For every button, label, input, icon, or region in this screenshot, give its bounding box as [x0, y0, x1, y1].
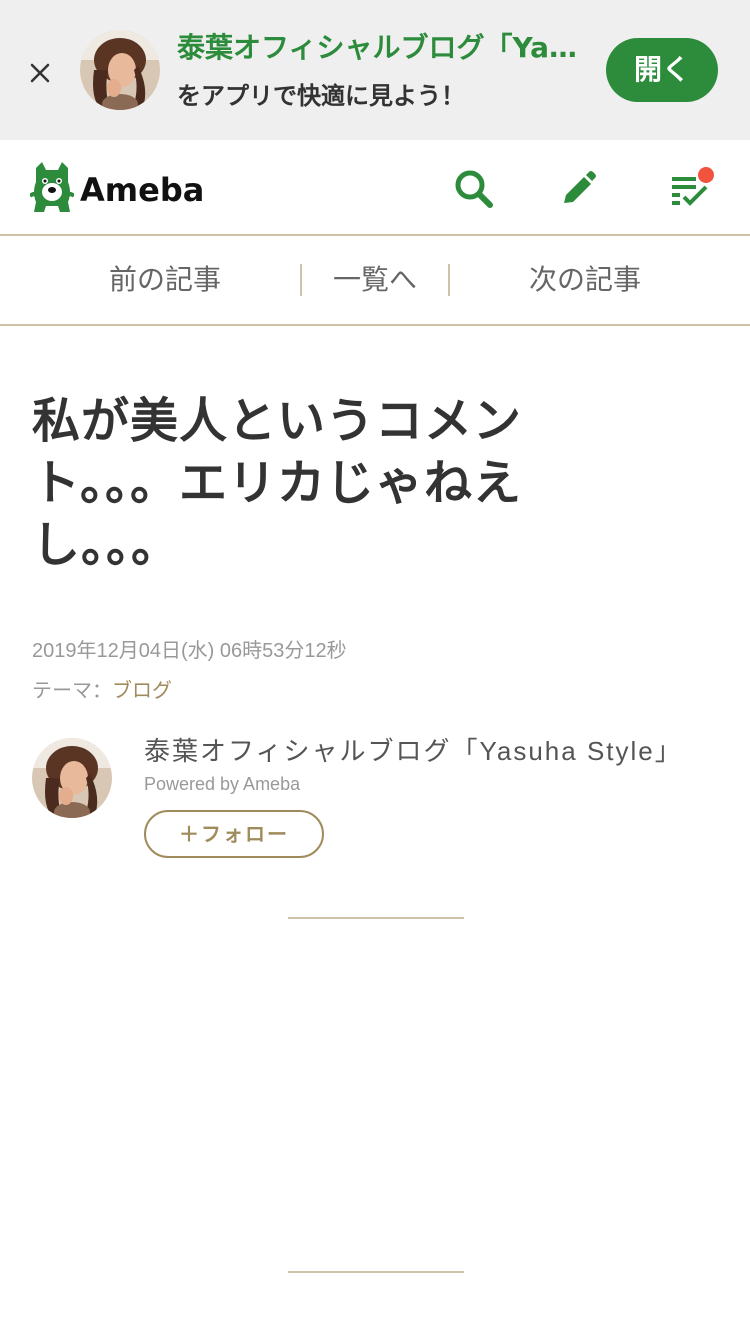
prev-article-link[interactable]: 前の記事 — [40, 236, 290, 324]
next-article-link[interactable]: 次の記事 — [460, 236, 710, 324]
article-list-link[interactable]: 一覧へ — [302, 236, 448, 324]
pager-divider — [448, 264, 450, 296]
theme-prefix: テーマ： — [32, 680, 112, 702]
ameba-logo[interactable]: Ameba — [28, 162, 204, 214]
edit-icon[interactable] — [556, 167, 600, 211]
close-icon[interactable] — [22, 55, 58, 91]
author-avatar[interactable] — [32, 738, 112, 818]
notification-badge — [698, 167, 714, 183]
article-pager: 前の記事 一覧へ 次の記事 — [0, 236, 750, 326]
article-theme: テーマ：ブログ — [32, 676, 172, 706]
section-divider — [288, 917, 464, 919]
app-install-banner: 泰葉オフィシャルブログ「Yasuha Style」 をアプリで快適に見よう！ 開… — [0, 0, 750, 140]
banner-subtitle: をアプリで快適に見よう！ — [177, 82, 465, 110]
powered-by: Powered by Ameba — [144, 774, 301, 794]
section-divider — [288, 1271, 464, 1273]
open-app-button[interactable]: 開く — [606, 38, 718, 102]
site-header: Ameba — [0, 140, 750, 236]
article-title: 私が美人というコメント。。。エリカじゃねえし。。。 — [32, 393, 523, 573]
logo-text: Ameba — [80, 171, 205, 209]
author-blog-name[interactable]: 泰葉オフィシャルブログ「Yasuha Style」 — [144, 732, 724, 770]
banner-avatar — [80, 30, 160, 110]
article-date: 2019年12月04日(水) 06時53分12秒 — [32, 640, 347, 662]
ameba-mascot-icon — [28, 162, 76, 212]
banner-title: 泰葉オフィシャルブログ「Yasuha Style」 — [177, 31, 592, 64]
search-icon[interactable] — [452, 167, 496, 211]
follow-button[interactable]: ＋フォロー — [144, 810, 324, 858]
theme-link[interactable]: ブログ — [112, 680, 172, 702]
